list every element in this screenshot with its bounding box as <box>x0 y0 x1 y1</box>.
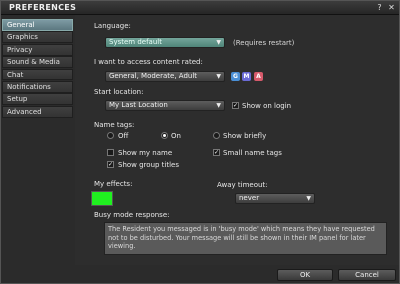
tab-chat[interactable]: Chat <box>2 68 73 81</box>
show-on-login-checkbox[interactable]: ✓ <box>232 102 239 109</box>
name-tags-briefly-label: Show briefly <box>223 132 267 140</box>
ok-button[interactable]: OK <box>277 269 333 281</box>
window-title: PREFERENCES <box>9 3 77 12</box>
tab-graphics[interactable]: Graphics <box>2 31 73 44</box>
tab-notifications[interactable]: Notifications <box>2 80 73 93</box>
name-tags-on-label: On <box>171 132 181 140</box>
rating-moderate-icon: M <box>242 72 251 81</box>
away-timeout-label: Away timeout: <box>217 181 268 189</box>
show-group-titles-label: Show group titles <box>118 161 180 169</box>
title-bar[interactable]: PREFERENCES ? ✕ <box>1 1 399 15</box>
chevron-down-icon: ▼ <box>216 39 221 46</box>
effects-color-swatch[interactable] <box>91 191 113 206</box>
cancel-button[interactable]: Cancel <box>338 269 396 281</box>
show-my-name-checkbox[interactable] <box>107 149 114 156</box>
show-my-name-label: Show my name <box>118 149 173 157</box>
language-select[interactable]: System default ▼ <box>105 37 225 48</box>
small-name-tags-checkbox[interactable]: ✓ <box>213 149 220 156</box>
tab-sound-media[interactable]: Sound & Media <box>2 56 73 68</box>
sidebar: General Graphics Privacy Sound & Media C… <box>2 19 73 129</box>
start-location-select[interactable]: My Last Location ▼ <box>105 100 225 111</box>
small-name-tags-label: Small name tags <box>223 149 282 157</box>
name-tags-briefly-radio[interactable] <box>213 132 220 139</box>
rating-general-icon: G <box>231 72 240 81</box>
chevron-down-icon: ▼ <box>216 102 221 109</box>
preferences-window: PREFERENCES ? ✕ General Graphics Privacy… <box>0 0 400 284</box>
chevron-down-icon: ▼ <box>216 73 221 80</box>
name-tags-off-radio[interactable] <box>107 132 114 139</box>
show-group-titles-checkbox[interactable]: ✓ <box>107 161 114 168</box>
start-location-label: Start location: <box>94 88 144 96</box>
language-value: System default <box>109 38 162 46</box>
close-icon[interactable]: ✕ <box>387 3 396 13</box>
content-rating-value: General, Moderate, Adult <box>109 72 198 80</box>
away-timeout-value: never <box>239 194 260 202</box>
requires-restart-note: (Requires restart) <box>233 39 295 47</box>
rating-adult-icon: A <box>254 72 263 81</box>
my-effects-label: My effects: <box>94 180 133 188</box>
content-rating-label: I want to access content rated: <box>94 58 203 66</box>
start-location-value: My Last Location <box>109 101 168 109</box>
show-on-login-label: Show on login <box>242 102 292 110</box>
tab-setup[interactable]: Setup <box>2 93 73 106</box>
tab-privacy[interactable]: Privacy <box>2 43 73 56</box>
busy-mode-label: Busy mode response: <box>94 211 170 219</box>
language-label: Language: <box>94 22 131 30</box>
tab-general[interactable]: General <box>2 19 73 31</box>
busy-mode-textarea[interactable]: The Resident you messaged is in 'busy mo… <box>104 222 387 255</box>
content-rating-select[interactable]: General, Moderate, Adult ▼ <box>105 71 225 82</box>
tab-advanced[interactable]: Advanced <box>2 105 73 118</box>
help-icon[interactable]: ? <box>375 3 384 13</box>
name-tags-off-label: Off <box>118 132 129 140</box>
chevron-down-icon: ▼ <box>306 195 311 202</box>
away-timeout-select[interactable]: never ▼ <box>235 193 315 204</box>
name-tags-on-radio[interactable] <box>161 132 168 139</box>
name-tags-label: Name tags: <box>94 121 135 129</box>
